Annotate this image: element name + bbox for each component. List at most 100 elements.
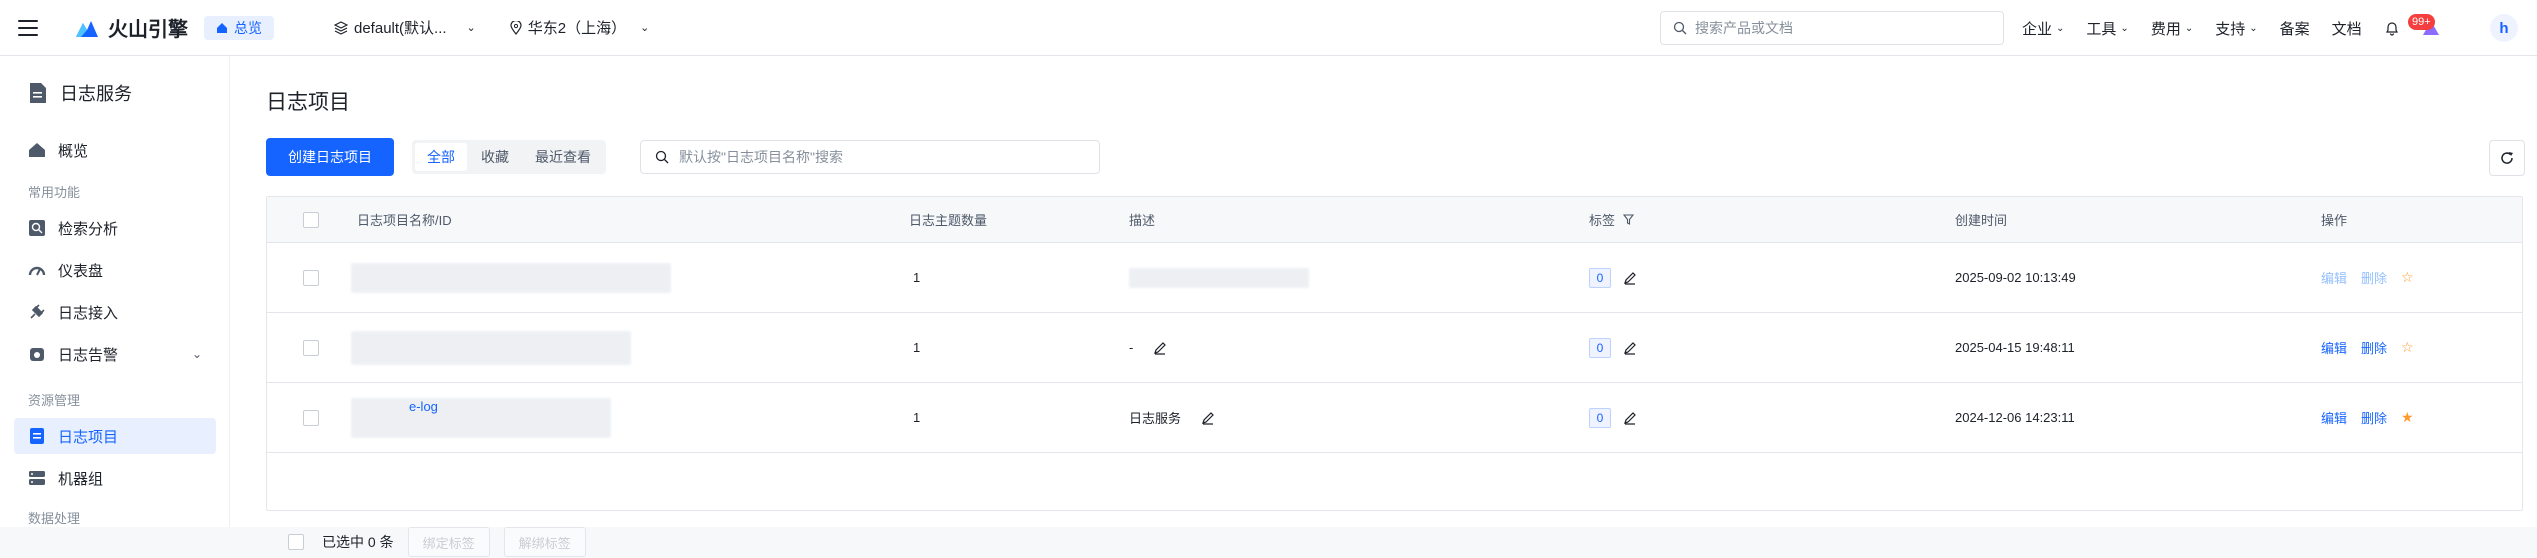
nav-icp-label: 备案 [2279,20,2310,38]
edit-button[interactable]: 编辑 [2321,408,2347,427]
unbind-tags-button[interactable]: 解绑标签 [503,527,586,557]
refresh-button[interactable] [2489,140,2525,176]
brand-logo[interactable]: 火山引擎 [74,13,188,42]
edit-button[interactable]: 编辑 [2321,338,2347,357]
chevron-down-icon: ⌄ [2120,22,2129,34]
global-search-input[interactable]: 搜索产品或文档 [1660,11,2004,45]
project-search-placeholder: 默认按"日志项目名称"搜索 [679,149,843,165]
sidebar: 日志服务 概览 常用功能 检索分析 仪表盘 日志接入 日志告警 ⌄ 资源管理 日… [0,56,230,527]
nav-docs[interactable]: 文档 [2332,18,2362,39]
edit-icon[interactable] [1623,271,1637,285]
created-time: 2025-04-15 19:48:11 [1955,340,2075,355]
created-time: 2025-09-02 10:13:49 [1955,270,2076,285]
filter-tabs: 全部 收藏 最近查看 [412,140,606,174]
sidebar-item-dashboard[interactable]: 仪表盘 [14,252,216,288]
overview-button[interactable]: 总览 [204,15,274,40]
nav-support-label: 支持 [2215,20,2246,38]
home-icon [217,22,227,33]
chevron-down-icon: ⌄ [640,22,650,34]
location-icon [510,20,522,35]
row-checkbox[interactable] [303,243,319,312]
selected-count: 已选中 0 条 [322,534,394,550]
delete-button[interactable]: 删除 [2361,268,2387,287]
sidebar-item-log-project[interactable]: 日志项目 [14,418,216,454]
sidebar-item-log-ingest[interactable]: 日志接入 [14,294,216,330]
sidebar-item-label: 日志接入 [58,304,119,322]
col-tags: 标签 [1589,197,1635,242]
nav-enterprise-label: 企业 [2022,20,2053,38]
delete-button[interactable]: 删除 [2361,338,2387,357]
topic-count: 1 [913,410,921,425]
nav-support[interactable]: 支持 ⌄ [2215,18,2257,39]
created-time: 2024-12-06 14:23:11 [1955,410,2075,425]
description-text: - [1129,340,1134,355]
project-label: default(默认... [354,20,447,37]
project-icon [30,428,44,444]
chevron-down-icon: ⌄ [2056,22,2065,34]
col-created-time: 创建时间 [1955,213,2008,228]
nav-docs-label: 文档 [2331,20,2362,38]
row-checkbox[interactable] [303,383,319,452]
topic-count: 1 [913,340,921,355]
edit-button[interactable]: 编辑 [2321,268,2347,287]
sidebar-group-data-processing: 数据处理 [28,511,81,526]
description: 日志服务 [1129,383,1215,452]
star-icon[interactable]: ☆ [2401,269,2414,286]
notification-badge: 99+ [2408,14,2435,30]
nav-tools[interactable]: 工具 ⌄ [2086,18,2128,39]
top-nav: 企业 ⌄ 工具 ⌄ 费用 ⌄ 支持 ⌄ 备案 文档 [2022,0,2440,56]
edit-icon[interactable] [1623,411,1637,425]
col-description: 描述 [1129,213,1156,228]
menu-icon[interactable] [18,19,38,36]
star-icon[interactable]: ☆ [2401,339,2414,356]
sidebar-item-overview[interactable]: 概览 [14,132,216,168]
tab-recent[interactable]: 最近查看 [523,143,603,171]
nav-billing-label: 费用 [2150,20,2181,38]
brand-name: 火山引擎 [108,19,188,41]
project-name-link[interactable] [351,243,671,312]
tag-count[interactable]: 0 [1589,407,1611,428]
layers-icon [334,20,348,35]
row-checkbox[interactable] [303,313,319,382]
tab-favorites[interactable]: 收藏 [469,143,521,171]
sidebar-item-label: 日志项目 [58,428,119,446]
project-search-input[interactable]: 默认按"日志项目名称"搜索 [640,140,1100,174]
sidebar-item-search-analysis[interactable]: 检索分析 [14,210,216,246]
bind-tags-button[interactable]: 绑定标签 [407,527,490,557]
avatar[interactable]: h [2490,14,2518,42]
tab-all[interactable]: 全部 [415,143,467,171]
edit-icon[interactable] [1201,411,1215,425]
star-icon[interactable]: ★ [2401,409,2414,426]
log-project-table: 日志项目名称/ID 日志主题数量 描述 标签 创建时间 操作 1 0 2025-… [266,196,2523,511]
nav-billing[interactable]: 费用 ⌄ [2151,18,2193,39]
search-icon [655,150,669,164]
page-title: 日志项目 [266,91,350,114]
sidebar-item-log-alert[interactable]: 日志告警 ⌄ [14,336,216,372]
tag-count[interactable]: 0 [1589,337,1611,358]
chevron-down-icon: ⌄ [2184,22,2194,34]
edit-icon[interactable] [1153,341,1167,355]
footer-select-checkbox[interactable] [288,534,304,550]
create-log-project-button[interactable]: 创建日志项目 [266,138,394,176]
tag-count[interactable]: 0 [1589,267,1611,288]
bell-icon[interactable] [2384,20,2400,36]
table-row: 1 - 0 2025-04-15 19:48:11 编辑 删除 ☆ [267,313,2522,383]
table-row: e-log 1 日志服务 0 2024-12-06 14:23:11 编辑 删除… [267,383,2522,453]
delete-button[interactable]: 删除 [2361,408,2387,427]
filter-icon[interactable] [1623,214,1635,225]
region-selector[interactable]: 华东2（上海） ⌄ [510,17,650,38]
select-all-checkbox[interactable] [303,197,319,242]
edit-icon[interactable] [1623,341,1637,355]
project-selector[interactable]: default(默认... ⌄ [334,17,476,38]
home-icon [29,143,45,157]
project-name-link[interactable]: e-log [351,383,611,452]
sidebar-item-machine-group[interactable]: 机器组 [14,460,216,496]
nav-icp[interactable]: 备案 [2280,18,2310,39]
service-title: 日志服务 [28,80,132,106]
nav-enterprise[interactable]: 企业 ⌄ [2022,18,2064,39]
col-name: 日志项目名称/ID [357,213,452,228]
project-name-link[interactable] [351,313,631,382]
sidebar-item-label: 仪表盘 [58,262,104,280]
sidebar-item-label: 机器组 [58,470,104,488]
sidebar-group-common: 常用功能 [28,185,81,200]
